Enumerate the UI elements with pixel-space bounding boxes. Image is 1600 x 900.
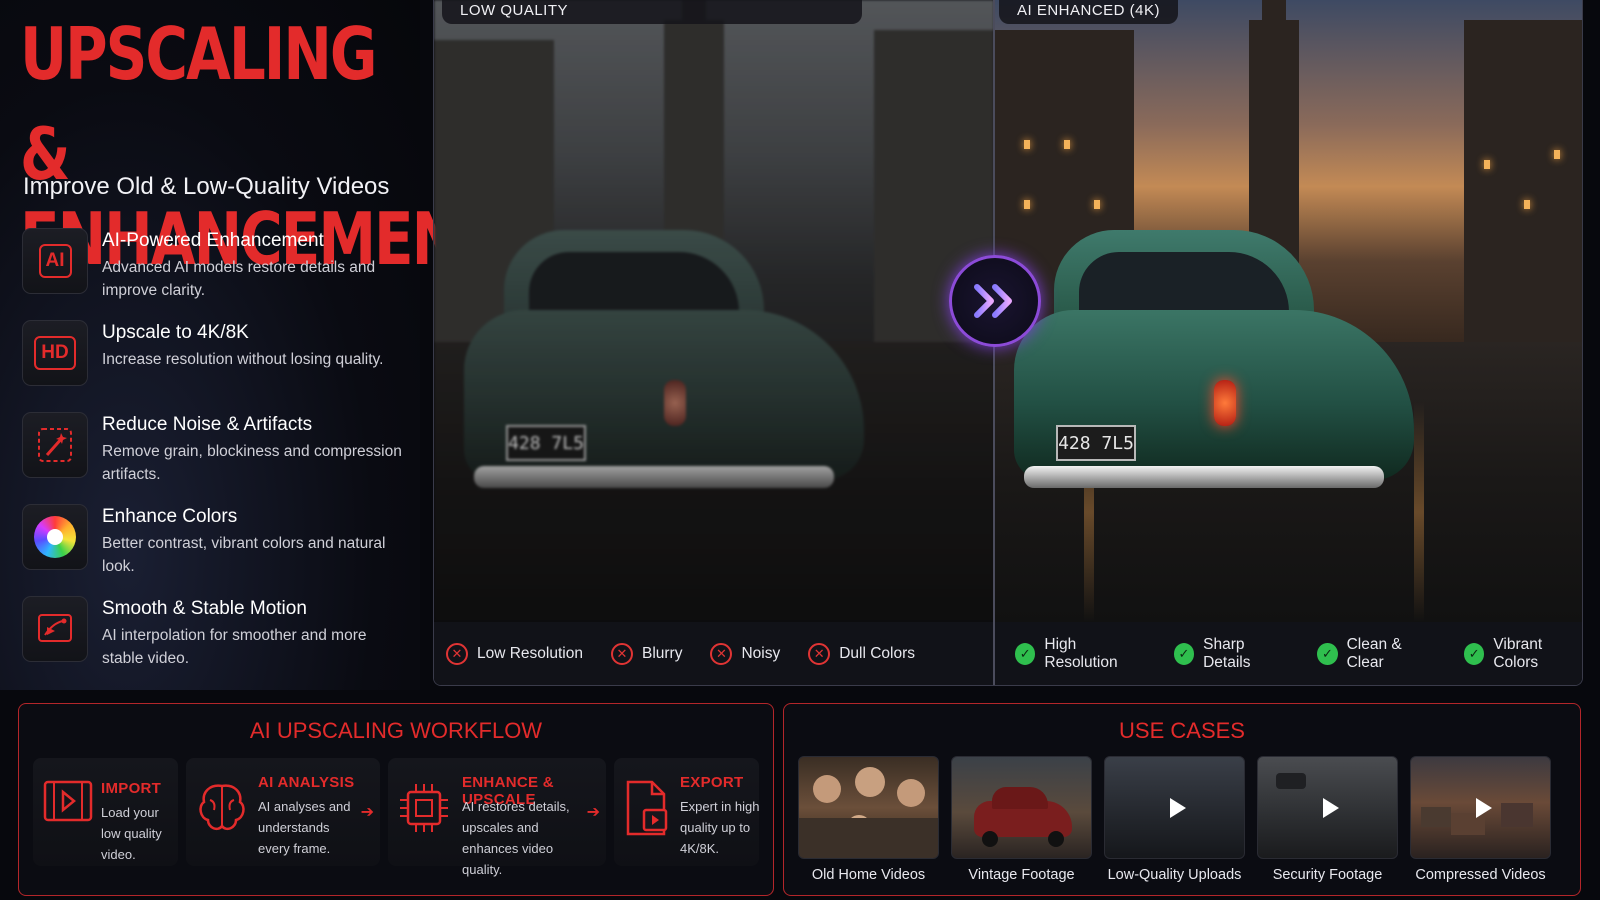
enhanced-label: AI ENHANCED (4K) [999,0,1179,24]
step-title: EXPORT [680,774,744,791]
feature-desc: Increase resolution without losing quali… [102,351,384,368]
thumbnail [1257,756,1398,859]
feature-title: Upscale to 4K/8K [102,322,249,343]
feature-smooth-motion: Smooth & Stable Motion AI interpolation … [22,596,422,688]
benefit-chip: ✓ High Resolution [1015,636,1146,672]
chip-icon [400,784,448,832]
step-desc: AI analyses and understands every frame. [258,799,351,856]
issue-chip: ✕ Low Resolution [446,643,583,665]
compare-arrow-button[interactable] [949,255,1041,347]
use-case-low-quality-uploads[interactable]: Low-Quality Uploads [1104,756,1245,883]
workflow-step-analysis[interactable]: AI ANALYSIS AI analyses and understands … [186,758,380,866]
workflow-step-enhance[interactable]: ENHANCE & UPSCALE AI restores details, u… [388,758,606,877]
step-title: AI ANALYSIS [258,774,355,791]
feature-list: AI AI-Powered Enhancement Advanced AI mo… [22,228,422,688]
play-icon [1322,797,1339,818]
use-case-vintage-footage[interactable]: Vintage Footage [951,756,1092,883]
use-case-security-footage[interactable]: Security Footage [1257,756,1398,883]
workflow-step-import[interactable]: IMPORT Load your low quality video. [33,758,178,866]
arrow-right-icon: ➔ [360,804,374,821]
step-desc: AI restores details, upscales and enhanc… [462,799,570,877]
feature-title: Enhance Colors [102,506,238,527]
workflow-step-export[interactable]: EXPORT Expert in high quality up to 4K/8… [614,758,760,866]
thumbnail [1104,756,1245,859]
feature-upscale: HD Upscale to 4K/8K Increase resolution … [22,320,422,412]
benefit-chip: ✓ Clean & Clear [1317,636,1436,672]
ai-badge: AI [38,244,72,278]
use-cases-section: USE CASES Old Home Videos Vintage Footag… [783,703,1581,896]
use-case-label: Compressed Videos [1415,867,1546,883]
x-circle-icon: ✕ [610,643,633,665]
use-cases-title: USE CASES [1119,718,1245,743]
thumbnail [1410,756,1551,859]
check-circle-icon: ✓ [1317,643,1338,665]
feature-desc: Advanced AI models restore details and i… [102,259,376,299]
step-desc: Expert in high quality up to 4K/8K. [680,799,760,856]
feature-enhance-colors: Enhance Colors Better contrast, vibrant … [22,504,422,596]
feature-title: AI-Powered Enhancement [102,230,324,251]
use-case-label: Low-Quality Uploads [1107,867,1242,883]
use-case-label: Security Footage [1272,867,1383,883]
low-quality-issues: ✕ Low Resolution ✕ Blurry ✕ Noisy ✕ Dull Col… [434,622,993,685]
feature-desc: Remove grain, blockiness and compression… [102,443,402,483]
feature-reduce-noise: Reduce Noise & Artifacts Remove grain, b… [22,412,422,504]
feature-ai-enhancement: AI AI-Powered Enhancement Advanced AI mo… [22,228,422,320]
hd-icon: HD [22,320,88,386]
use-case-label: Old Home Videos [811,867,926,883]
check-circle-icon: ✓ [1463,643,1485,665]
play-icon [1169,797,1186,818]
color-wheel-icon [22,504,88,570]
x-circle-icon: ✕ [710,643,733,665]
film-icon [43,780,93,822]
use-case-old-home-videos[interactable]: Old Home Videos [798,756,939,883]
x-circle-icon: ✕ [446,643,468,665]
left-panel: UPSCALING & ENHANCEMENT Improve Old & Lo… [0,0,498,690]
ai-chip-icon: AI [22,228,88,294]
use-case-compressed-videos[interactable]: Compressed Videos [1410,756,1551,883]
thumbnail [798,756,939,859]
magic-wand-icon [22,412,88,478]
check-circle-icon: ✓ [1173,643,1195,665]
use-case-label: Vintage Footage [968,867,1075,883]
enhanced-benefits: ✓ High Resolution ✓ Sharp Details ✓ Clean &… [995,622,1582,685]
enhanced-image: 428 7L5 [994,0,1582,622]
check-circle-icon: ✓ [1015,643,1036,665]
workflow-title: AI UPSCALING WORKFLOW [249,718,543,743]
workflow-section: AI UPSCALING WORKFLOW IMPORT Load your l… [18,703,774,896]
hd-badge: HD [34,336,76,370]
x-circle-icon: ✕ [808,643,831,665]
step-desc: Load your low quality video. [101,805,162,862]
issue-chip: ✕ Dull Colors [808,643,915,665]
play-icon [1475,797,1492,818]
page-subtitle: Improve Old & Low-Quality Videos [23,173,390,200]
feature-title: Smooth & Stable Motion [102,598,307,619]
benefit-chip: ✓ Vibrant Colors [1463,636,1582,672]
thumbnail [951,756,1092,859]
low-quality-label: LOW QUALITY [442,0,862,24]
issue-chip: ✕ Noisy [710,643,780,665]
before-after-comparison: 428 7L5 428 7L5 LOW QUALITY AI ENHANCED … [433,0,1583,686]
benefit-chip: ✓ Sharp Details [1173,636,1290,672]
feature-desc: AI interpolation for smoother and more s… [102,627,367,667]
double-chevron-right-icon [974,284,1012,318]
feature-title: Reduce Noise & Artifacts [102,414,313,435]
step-title: IMPORT [101,780,162,797]
feature-desc: Better contrast, vibrant colors and natu… [102,535,386,575]
issue-chip: ✕ Blurry [610,643,682,665]
low-quality-image: 428 7L5 [434,0,994,622]
arrow-right-icon: ➔ [586,804,600,821]
export-file-icon [626,780,668,836]
license-plate: 428 7L5 [506,425,586,461]
motion-icon [22,596,88,662]
license-plate: 428 7L5 [1056,425,1136,461]
brain-icon [199,784,245,831]
